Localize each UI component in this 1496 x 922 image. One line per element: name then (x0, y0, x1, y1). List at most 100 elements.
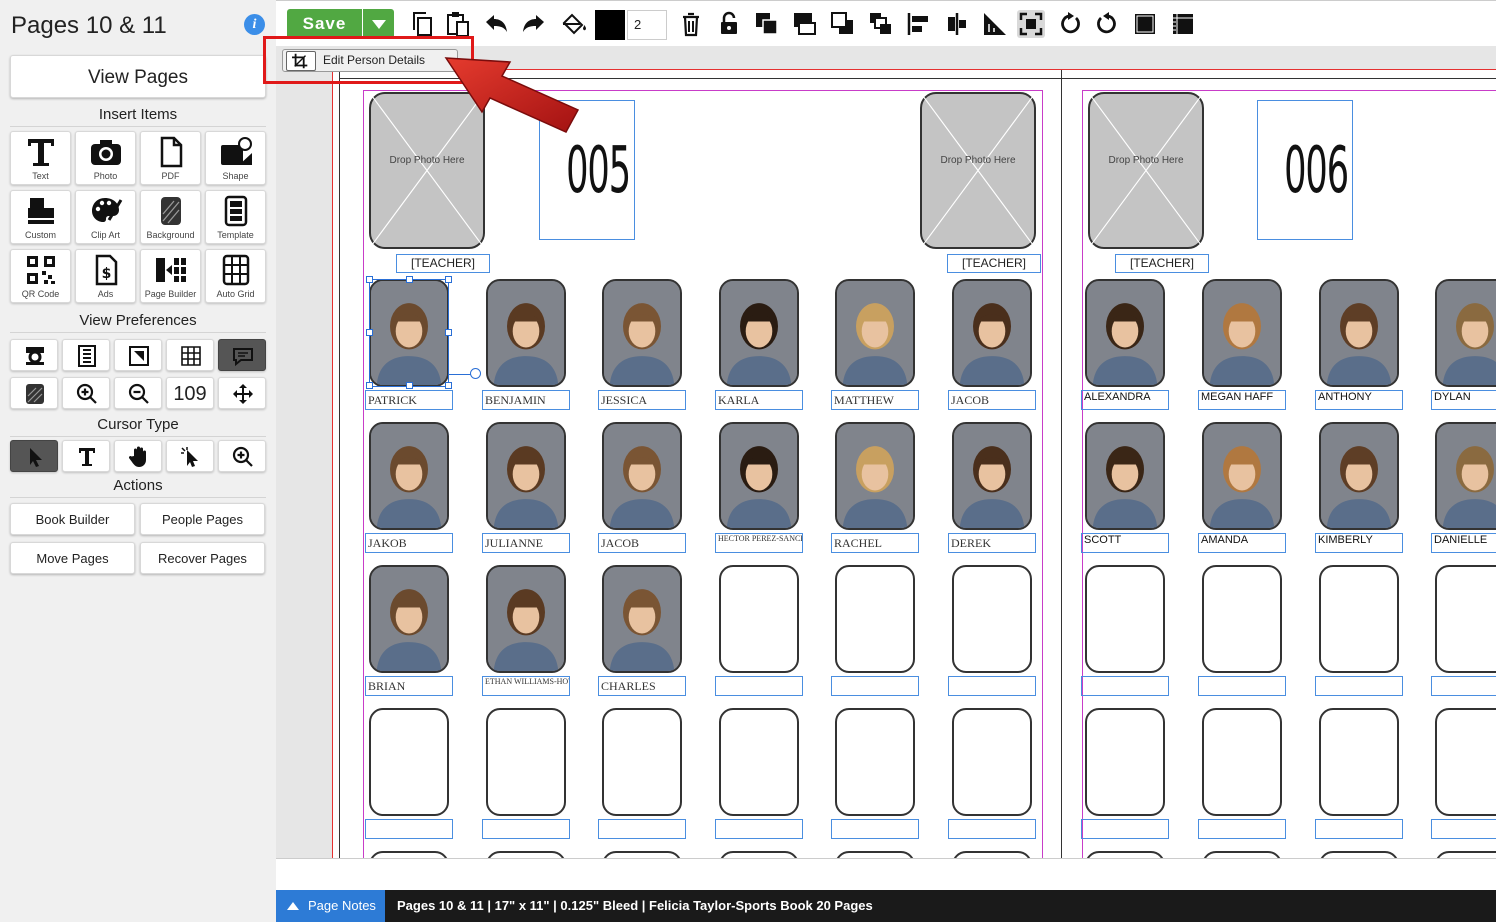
student-photo[interactable] (719, 422, 799, 530)
resize-handle[interactable] (445, 329, 452, 336)
student-photo[interactable] (369, 422, 449, 530)
empty-photo-frame[interactable] (952, 851, 1032, 858)
student-name-box[interactable] (831, 819, 919, 839)
student-name-box[interactable] (948, 676, 1036, 696)
student-name-box[interactable]: JACOB (948, 390, 1036, 410)
student-name-box[interactable]: ETHAN WILLIAMS-HOWELL (482, 676, 570, 696)
direct-select-cursor-button[interactable] (166, 440, 214, 472)
student-name-box[interactable]: SCOTT (1081, 533, 1169, 553)
teacher-photo-frame[interactable]: Drop Photo Here (1088, 92, 1204, 249)
insert-custom-button[interactable]: Custom (10, 190, 71, 244)
insert-photo-button[interactable]: Photo (75, 131, 136, 185)
distribute-icon[interactable] (981, 10, 1009, 38)
delete-icon[interactable] (677, 10, 705, 38)
student-name-box[interactable] (1431, 676, 1496, 696)
student-name-box[interactable] (1198, 819, 1286, 839)
stroke-color-swatch[interactable] (595, 10, 625, 40)
insert-page-builder-button[interactable]: Page Builder (140, 249, 201, 303)
info-icon[interactable]: i (244, 14, 265, 35)
student-name-box[interactable] (1431, 819, 1496, 839)
copy-icon[interactable] (408, 10, 436, 38)
empty-photo-frame[interactable] (1319, 708, 1399, 816)
insert-background-button[interactable]: Background (140, 190, 201, 244)
student-photo[interactable] (1435, 422, 1496, 530)
student-name-box[interactable]: BRIAN (365, 676, 453, 696)
preview-mode-button[interactable] (10, 339, 58, 371)
empty-photo-frame[interactable] (952, 565, 1032, 673)
student-photo[interactable] (1202, 279, 1282, 387)
student-photo[interactable] (1085, 279, 1165, 387)
paste-icon[interactable] (444, 10, 472, 38)
empty-photo-frame[interactable] (1085, 851, 1165, 858)
rotate-handle[interactable] (470, 368, 481, 379)
student-name-box[interactable]: JULIANNE (482, 533, 570, 553)
student-name-box[interactable]: DEREK (948, 533, 1036, 553)
resize-handle[interactable] (445, 382, 452, 389)
student-name-box[interactable]: JESSICA (598, 390, 686, 410)
empty-photo-frame[interactable] (602, 708, 682, 816)
empty-photo-frame[interactable] (835, 565, 915, 673)
zoom-in-button[interactable] (62, 377, 110, 409)
student-name-box[interactable]: BENJAMIN (482, 390, 570, 410)
empty-photo-frame[interactable] (369, 851, 449, 858)
teacher-name-box[interactable]: [TEACHER] (947, 254, 1041, 273)
student-photo[interactable] (835, 422, 915, 530)
empty-photo-frame[interactable] (486, 851, 566, 858)
page-number-box[interactable]: 006 (1257, 100, 1353, 240)
student-name-box[interactable]: PATRICK (365, 390, 453, 410)
student-name-box[interactable] (715, 676, 803, 696)
texture-button[interactable] (10, 377, 58, 409)
empty-photo-frame[interactable] (1085, 708, 1165, 816)
insert-shape-button[interactable]: Shape (205, 131, 266, 185)
hand-cursor-button[interactable] (114, 440, 162, 472)
student-name-box[interactable] (482, 819, 570, 839)
student-name-box[interactable] (831, 676, 919, 696)
canvas-area[interactable]: Drop Photo Here [TEACHER] Drop Photo Here [… (276, 46, 1496, 858)
fit-frame-icon[interactable] (1017, 10, 1045, 38)
save-options-dropdown[interactable] (363, 9, 394, 39)
insert-clip-art-button[interactable]: Clip Art (75, 190, 136, 244)
zoom-level-field[interactable]: 109 (166, 377, 214, 409)
edit-person-details-button[interactable]: Edit Person Details (282, 49, 458, 72)
stroke-width-input[interactable]: 2 (627, 10, 667, 40)
student-name-box[interactable] (598, 819, 686, 839)
resize-handle[interactable] (406, 382, 413, 389)
student-photo[interactable] (719, 279, 799, 387)
align-left-icon[interactable] (905, 10, 933, 38)
student-name-box[interactable]: DANIELLE (1431, 533, 1496, 553)
student-name-box[interactable]: ANTHONY (1315, 390, 1403, 410)
student-name-box[interactable] (1315, 676, 1403, 696)
student-name-box[interactable]: AMANDA (1198, 533, 1286, 553)
empty-photo-frame[interactable] (1202, 851, 1282, 858)
student-name-box[interactable]: KIMBERLY (1315, 533, 1403, 553)
lock-icon[interactable] (715, 10, 743, 38)
fill-frame-icon[interactable] (1131, 10, 1159, 38)
insert-auto-grid-button[interactable]: Auto Grid (205, 249, 266, 303)
insert-qr-code-button[interactable]: QR Code (10, 249, 71, 303)
book-builder-button[interactable]: Book Builder (10, 503, 135, 535)
student-photo[interactable] (1319, 279, 1399, 387)
crop-marks-icon[interactable] (1169, 10, 1197, 38)
student-photo[interactable] (486, 565, 566, 673)
resize-handle[interactable] (366, 382, 373, 389)
student-photo[interactable] (952, 279, 1032, 387)
student-name-box[interactable] (715, 819, 803, 839)
text-cursor-button[interactable] (62, 440, 110, 472)
student-name-box[interactable] (1198, 676, 1286, 696)
send-to-back-icon[interactable] (867, 10, 895, 38)
empty-photo-frame[interactable] (1319, 565, 1399, 673)
resize-handle[interactable] (366, 329, 373, 336)
empty-photo-frame[interactable] (835, 851, 915, 858)
student-name-box[interactable] (1081, 676, 1169, 696)
empty-photo-frame[interactable] (1435, 565, 1496, 673)
student-photo[interactable] (1202, 422, 1282, 530)
student-name-box[interactable]: JAKOB (365, 533, 453, 553)
empty-photo-frame[interactable] (719, 565, 799, 673)
rotate-counterclockwise-icon[interactable] (1093, 10, 1121, 38)
page-notes-button[interactable]: Page Notes (276, 890, 385, 922)
empty-photo-frame[interactable] (1085, 565, 1165, 673)
student-name-box[interactable] (365, 819, 453, 839)
empty-photo-frame[interactable] (952, 708, 1032, 816)
empty-photo-frame[interactable] (369, 708, 449, 816)
empty-photo-frame[interactable] (486, 708, 566, 816)
